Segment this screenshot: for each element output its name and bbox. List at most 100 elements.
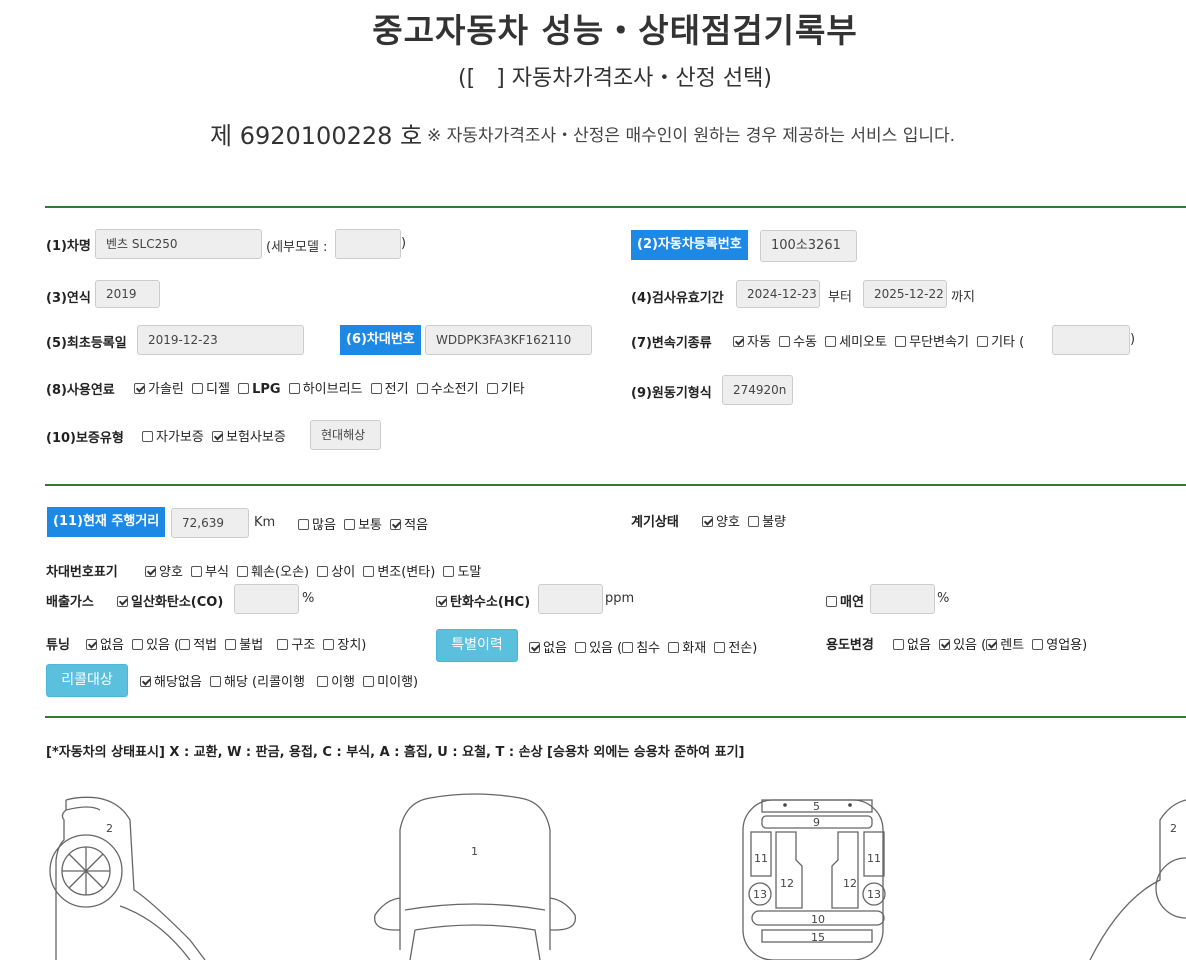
vin-mark-mismatch-label: 상이	[331, 565, 356, 580]
gauge-bad-checkbox[interactable]	[748, 516, 760, 527]
usage-change-label: 용도변경	[826, 638, 874, 653]
tuning-legal-label: 적법	[193, 638, 218, 653]
part-label: 15	[811, 931, 825, 944]
vin-mark-good-label: 양호	[159, 565, 183, 580]
reg-no-field[interactable]: 100소3261	[760, 230, 857, 262]
divider	[45, 716, 1186, 718]
fuel-label: (8)사용연료	[46, 383, 115, 398]
tuning-illegal-checkbox[interactable]	[225, 639, 237, 650]
special-fire-checkbox[interactable]	[668, 642, 680, 653]
fuel-other-label: 기타	[500, 382, 525, 397]
tuning-options: 없음 있음 (적법 불법 구조 장치)	[86, 634, 370, 653]
emission-smoke-label: 매연	[840, 595, 864, 610]
special-history-options: 없음 있음 (침수 화재 전손)	[529, 637, 761, 656]
fuel-lpg-checkbox[interactable]	[238, 383, 250, 394]
detail-model-label: (세부모델 :	[266, 240, 328, 255]
usage-business-checkbox[interactable]	[1032, 639, 1044, 650]
special-fire-label: 화재	[682, 641, 707, 656]
transmission-auto-checkbox[interactable]	[733, 336, 744, 347]
year-field[interactable]: 2019	[95, 280, 160, 308]
transmission-cvt-checkbox[interactable]	[895, 336, 907, 347]
fuel-hybrid-checkbox[interactable]	[288, 383, 300, 394]
reg-no-label: (2)자동차등록번호	[631, 230, 748, 260]
emission-co-label: 일산화탄소(CO)	[131, 595, 224, 610]
fuel-electric-checkbox[interactable]	[370, 383, 382, 394]
mileage-unit: Km	[254, 515, 276, 530]
transmission-manual-label: 수동	[793, 335, 817, 350]
fuel-gasoline-checkbox[interactable]	[134, 383, 145, 394]
emission-hc-field[interactable]	[538, 584, 603, 614]
usage-yes-label: 있음 (	[953, 638, 987, 653]
tuning-device-checkbox[interactable]	[323, 639, 335, 650]
mileage-normal-checkbox[interactable]	[344, 519, 356, 530]
vin-mark-mismatch-checkbox[interactable]	[317, 566, 329, 577]
inspection-to-field[interactable]: 2025-12-22	[863, 280, 947, 308]
left-side-panel-outline[interactable]	[55, 800, 67, 960]
warranty-insurance-checkbox[interactable]	[211, 431, 223, 442]
warranty-self-label: 자가보증	[156, 430, 204, 445]
emission-co-field[interactable]	[234, 584, 299, 614]
transmission-other-checkbox[interactable]	[977, 336, 989, 347]
special-yes-checkbox[interactable]	[575, 642, 587, 653]
mileage-high-checkbox[interactable]	[298, 519, 309, 530]
engine-field[interactable]: 274920n	[722, 375, 793, 405]
emission-hc: 탄화수소(HC)	[436, 591, 530, 610]
emission-hc-checkbox[interactable]	[436, 596, 447, 607]
inspection-to-suffix: 까지	[951, 290, 975, 305]
gauge-good-checkbox[interactable]	[702, 516, 713, 527]
usage-none-checkbox[interactable]	[893, 639, 904, 650]
part-label: 1	[471, 845, 478, 858]
mileage-field[interactable]: 72,639	[171, 508, 249, 538]
special-flood-checkbox[interactable]	[622, 642, 634, 653]
emission-smoke-checkbox[interactable]	[826, 596, 837, 607]
vin-mark-altered-checkbox[interactable]	[363, 566, 375, 577]
transmission-other-field[interactable]	[1052, 325, 1130, 355]
emission-smoke-field[interactable]	[870, 584, 935, 614]
recall-notdone-checkbox[interactable]	[363, 676, 375, 687]
usage-business-label: 영업용)	[1046, 638, 1088, 653]
tuning-none-label: 없음	[100, 638, 124, 653]
part-label: 11	[867, 852, 881, 865]
hood-panel-outline[interactable]	[399, 793, 551, 950]
special-history-button[interactable]: 특별이력	[436, 629, 518, 662]
special-total-checkbox[interactable]	[714, 642, 726, 653]
detail-model-field[interactable]	[335, 229, 401, 259]
part-label: 2	[106, 822, 113, 835]
vin-mark-damage-checkbox[interactable]	[237, 566, 249, 577]
vin-label: (6)차대번호	[340, 325, 421, 355]
fuel-other-checkbox[interactable]	[486, 383, 498, 394]
usage-rent-label: 렌트	[1000, 638, 1025, 653]
transmission-manual-checkbox[interactable]	[779, 336, 791, 347]
transmission-semi-checkbox[interactable]	[825, 336, 837, 347]
recall-done-checkbox[interactable]	[317, 676, 329, 687]
usage-yes-checkbox[interactable]	[939, 639, 951, 650]
first-reg-field[interactable]: 2019-12-23	[137, 325, 304, 355]
status-legend: [*자동차의 상태표시] X : 교환, W : 판금, 용접, C : 부식,…	[46, 745, 745, 760]
vin-mark-corrosion-checkbox[interactable]	[191, 566, 203, 577]
warranty-company-field[interactable]: 현대해상	[310, 420, 381, 450]
recall-yes-checkbox[interactable]	[209, 676, 221, 687]
vin-mark-options: 양호 부식 훼손(오손) 상이 변조(변타) 도말	[145, 561, 485, 580]
recall-none-checkbox[interactable]	[140, 676, 151, 687]
tuning-legal-checkbox[interactable]	[179, 639, 191, 650]
recall-button[interactable]: 리콜대상	[46, 664, 128, 697]
emission-co: 일산화탄소(CO)	[117, 591, 223, 610]
vin-mark-painted-checkbox[interactable]	[443, 566, 455, 577]
special-none-checkbox[interactable]	[529, 642, 540, 653]
car-name-field[interactable]: 벤츠 SLC250	[95, 229, 262, 259]
fuel-diesel-checkbox[interactable]	[192, 383, 204, 394]
vin-field[interactable]: WDDPK3FA3KF162110	[425, 325, 592, 355]
vin-mark-good-checkbox[interactable]	[145, 566, 156, 577]
tuning-yes-label: 있음 (	[146, 638, 180, 653]
mileage-normal-label: 보통	[358, 518, 382, 533]
warranty-self-checkbox[interactable]	[142, 431, 153, 442]
tuning-none-checkbox[interactable]	[86, 639, 97, 650]
inspection-from-field[interactable]: 2024-12-23	[736, 280, 820, 308]
tuning-structure-checkbox[interactable]	[277, 639, 289, 650]
mileage-low-checkbox[interactable]	[390, 519, 402, 530]
emission-co-checkbox[interactable]	[117, 596, 128, 607]
fuel-hydrogen-checkbox[interactable]	[416, 383, 428, 394]
usage-rent-checkbox[interactable]	[986, 639, 998, 650]
tuning-yes-checkbox[interactable]	[132, 639, 144, 650]
emission-hc-label: 탄화수소(HC)	[450, 595, 531, 610]
